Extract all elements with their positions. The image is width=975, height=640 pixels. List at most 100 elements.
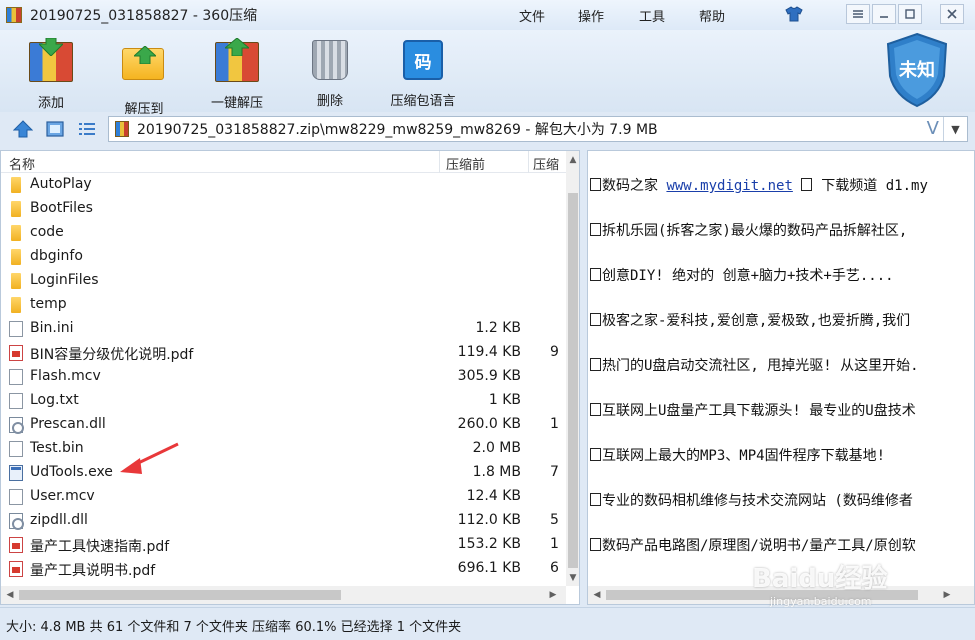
scroll-thumb[interactable]	[19, 590, 341, 600]
file-row[interactable]: zipdll.dll 112.0 KB 5	[1, 509, 566, 533]
minimize-icon[interactable]	[872, 4, 896, 24]
file-row[interactable]: Flash.mcv 305.9 KB	[1, 365, 566, 389]
preview-text: 互联网上最大的MP3、MP4固件程序下载基地!	[602, 448, 885, 464]
file-name: Prescan.dll	[30, 416, 106, 432]
one-click-extract-label: 一键解压	[210, 96, 263, 111]
one-click-extract-icon	[215, 38, 259, 86]
file-compressed-size: 5	[550, 512, 559, 528]
file-name: User.mcv	[30, 488, 95, 504]
preview-link[interactable]: www.mydigit.net	[666, 178, 792, 194]
folder-icon	[11, 249, 21, 265]
close-icon[interactable]	[940, 4, 964, 24]
address-bar: 20190725_031858827.zip\mw8229_mw8259_mw8…	[0, 114, 975, 144]
annotation-arrow-icon	[120, 442, 179, 474]
preview-line: 互联网上U盘量产工具下载源头! 最专业的U盘技术	[590, 400, 916, 420]
column-compressed-header[interactable]: 压缩	[533, 154, 559, 173]
preview-text: 数码之家	[602, 178, 667, 194]
add-button[interactable]: 添加	[6, 38, 96, 111]
scroll-up-icon[interactable]: ▲	[566, 153, 579, 167]
maximize-icon[interactable]	[898, 4, 922, 24]
missing-glyph-icon	[590, 493, 601, 506]
up-level-button[interactable]	[12, 119, 34, 139]
preview-line: 极客之家-爱科技,爱创意,爱极致,也爱折腾,我们	[590, 310, 910, 330]
missing-glyph-icon	[590, 538, 601, 551]
file-size: 1.2 KB	[475, 320, 522, 336]
preview-line: 专业的数码相机维修与技术交流网站 (数码维修者	[590, 490, 913, 510]
scroll-left-icon[interactable]: ◀	[590, 588, 604, 602]
window-title: 20190725_031858827 - 360压缩	[30, 8, 258, 24]
file-name: Log.txt	[30, 392, 79, 408]
view-list-button[interactable]	[76, 119, 98, 139]
file-size: 2.0 MB	[472, 440, 521, 456]
file-compressed-size: 9	[550, 344, 559, 360]
extract-to-button[interactable]: 解压到	[99, 38, 189, 117]
menu-dropdown-icon[interactable]	[846, 4, 870, 24]
file-list-horizontal-scrollbar[interactable]: ◀ ▶	[1, 586, 566, 604]
file-name: Test.bin	[30, 440, 84, 456]
scroll-right-icon[interactable]: ▶	[546, 588, 560, 602]
folder-icon	[11, 177, 21, 193]
delete-button[interactable]: 删除	[285, 38, 375, 109]
double-chevron-icon[interactable]: ᐯ	[927, 118, 939, 139]
archive-language-button[interactable]: 码 压缩包语言	[378, 38, 468, 109]
file-list-vertical-scrollbar[interactable]: ▲ ▼	[566, 151, 579, 586]
view-icons-button[interactable]	[44, 119, 66, 139]
file-size: 112.0 KB	[457, 512, 521, 528]
preview-text: 热门的U盘启动交流社区, 甩掉光驱! 从这里开始.	[602, 358, 919, 374]
baidu-watermark: Baidu经验 jingyan.baidu.com	[752, 558, 887, 608]
preview-line: 创意DIY! 绝对的 创意+脑力+技术+手艺....	[590, 265, 894, 285]
menu-operate[interactable]: 操作	[578, 6, 604, 25]
file-list-pane: 名称 压缩前 压缩 AutoPlay BootFiles code dbginfo Lo…	[0, 150, 580, 605]
scroll-down-icon[interactable]: ▼	[566, 571, 579, 585]
scroll-right-icon[interactable]: ▶	[940, 588, 954, 602]
file-name: Flash.mcv	[30, 368, 101, 384]
file-row[interactable]: code	[1, 221, 566, 245]
file-row[interactable]: Test.bin 2.0 MB	[1, 437, 566, 461]
column-name-header[interactable]: 名称	[9, 154, 35, 173]
missing-glyph-icon	[590, 313, 601, 326]
file-name: BIN容量分级优化说明.pdf	[30, 347, 194, 363]
file-size: 119.4 KB	[457, 344, 521, 360]
file-row[interactable]: LoginFiles	[1, 269, 566, 293]
file-name: UdTools.exe	[30, 464, 113, 480]
file-row[interactable]: AutoPlay	[1, 173, 566, 197]
toolbar: 添加 解压到 一键解压 删除 码 压缩包语言 未知	[0, 30, 975, 117]
menu-file[interactable]: 文件	[519, 6, 545, 25]
delete-icon	[308, 40, 352, 84]
scroll-thumb[interactable]	[568, 193, 578, 568]
title-bar: 20190725_031858827 - 360压缩 文件 操作 工具 帮助	[0, 0, 975, 30]
menu-help[interactable]: 帮助	[699, 6, 725, 25]
pdf-file-icon	[9, 537, 23, 553]
file-file-icon	[9, 369, 23, 385]
missing-glyph-icon	[590, 178, 601, 191]
preview-text: 互联网上U盘量产工具下载源头! 最专业的U盘技术	[602, 403, 916, 419]
file-row[interactable]: UdTools.exe 1.8 MB 7	[1, 461, 566, 485]
file-row[interactable]: 量产工具快速指南.pdf 153.2 KB 1	[1, 533, 566, 557]
archive-icon	[115, 121, 129, 137]
file-row[interactable]: 量产工具说明书.pdf 696.1 KB 6	[1, 557, 566, 581]
skin-shirt-icon[interactable]	[782, 4, 806, 24]
file-row[interactable]: Prescan.dll 260.0 KB 1	[1, 413, 566, 437]
address-path-field[interactable]: 20190725_031858827.zip\mw8229_mw8259_mw8…	[108, 116, 968, 142]
file-size: 1 KB	[488, 392, 521, 408]
column-size-header[interactable]: 压缩前	[446, 154, 485, 173]
path-dropdown-button[interactable]: ▼	[943, 117, 967, 141]
file-size: 305.9 KB	[457, 368, 521, 384]
file-row[interactable]: Bin.ini 1.2 KB	[1, 317, 566, 341]
preview-line: 拆机乐园(拆客之家)最火爆的数码产品拆解社区,	[590, 220, 907, 240]
dll-file-icon	[9, 417, 24, 434]
missing-glyph-icon	[590, 358, 601, 371]
file-row[interactable]: temp	[1, 293, 566, 317]
file-row[interactable]: BIN容量分级优化说明.pdf 119.4 KB 9	[1, 341, 566, 365]
file-row[interactable]: BootFiles	[1, 197, 566, 221]
file-row[interactable]: Log.txt 1 KB	[1, 389, 566, 413]
file-row[interactable]: dbginfo	[1, 245, 566, 269]
folder-icon	[11, 201, 21, 217]
one-click-extract-button[interactable]: 一键解压	[192, 38, 282, 111]
scroll-left-icon[interactable]: ◀	[3, 588, 17, 602]
file-row[interactable]: User.mcv 12.4 KB	[1, 485, 566, 509]
preview-line: 数码产品电路图/原理图/说明书/量产工具/原创软	[590, 535, 916, 555]
menu-tools[interactable]: 工具	[639, 6, 665, 25]
security-shield-badge[interactable]: 未知	[884, 32, 950, 108]
archive-language-label: 压缩包语言	[390, 94, 456, 109]
